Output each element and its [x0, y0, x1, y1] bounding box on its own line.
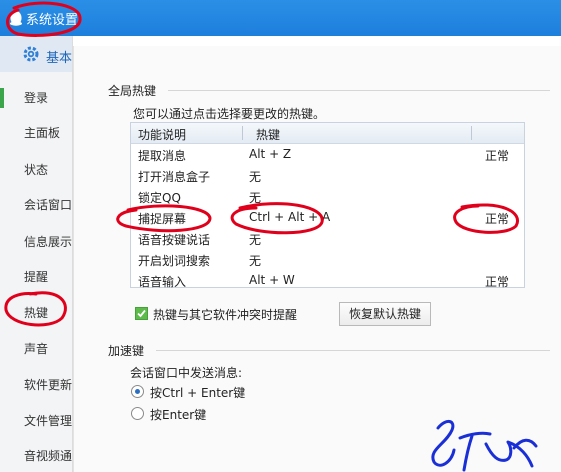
radio-ctrl-enter-label[interactable]: 按Ctrl + Enter键	[150, 384, 245, 401]
row-status: 正常	[485, 212, 510, 226]
sidebar-item-chat-window[interactable]: 会话窗口	[24, 196, 72, 213]
row-hotkey: 无	[249, 191, 262, 205]
conflict-reminder-checkbox[interactable]	[135, 307, 148, 320]
row-function: 提取消息	[138, 149, 187, 163]
sidebar-item-software-update[interactable]: 软件更新	[24, 376, 72, 393]
window-title: 系统设置	[26, 13, 79, 28]
table-row[interactable]: 开启划词搜索 无	[131, 249, 524, 270]
checkmark-icon	[137, 309, 146, 318]
section-title-accelerator: 加速键	[108, 344, 145, 358]
table-header: 功能说明 热键	[131, 123, 524, 144]
sidebar-item-login[interactable]: 登录	[24, 89, 48, 106]
sidebar-item-reminder[interactable]: 提醒	[24, 268, 48, 285]
sidebar-item-main-panel[interactable]: 主面板	[24, 124, 60, 141]
table-row[interactable]: 提取消息 Alt + Z 正常	[131, 144, 524, 165]
radio-enter[interactable]	[131, 407, 144, 420]
row-hotkey: 无	[249, 170, 262, 184]
row-function: 开启划词搜索	[138, 254, 211, 268]
row-status: 正常	[485, 275, 510, 289]
row-function: 锁定QQ	[138, 191, 181, 205]
sidebar-item-info-display[interactable]: 信息展示	[24, 233, 72, 250]
row-hotkey: Alt + Z	[249, 147, 292, 161]
table-row[interactable]: 语音输入 Alt + W 正常	[131, 270, 524, 291]
row-function: 捕捉屏幕	[138, 212, 187, 226]
conflict-reminder-label[interactable]: 热键与其它软件冲突时提醒	[153, 306, 297, 323]
gear-icon	[23, 46, 39, 62]
sidebar-item-av-call[interactable]: 音视频通	[24, 447, 72, 464]
column-header-function[interactable]: 功能说明	[138, 126, 186, 143]
sidebar-item-sound[interactable]: 声音	[24, 340, 48, 357]
row-function: 语音按键说话	[138, 233, 211, 247]
column-header-hotkey[interactable]: 热键	[256, 126, 280, 143]
row-function: 打开消息盒子	[138, 170, 211, 184]
hotkey-hint: 您可以通过点击选择要更改的热键。	[133, 107, 326, 121]
row-hotkey: Alt + W	[249, 273, 295, 287]
section-divider	[156, 350, 550, 351]
sidebar-header-label: 基本	[46, 51, 73, 66]
sidebar-item-file-management[interactable]: 文件管理	[24, 412, 72, 429]
table-row[interactable]: 捕捉屏幕 Ctrl + Alt + A 正常	[131, 207, 524, 228]
sidebar-header[interactable]: 基本	[0, 36, 72, 72]
row-function: 语音输入	[138, 275, 187, 289]
row-hotkey: 无	[249, 254, 262, 268]
row-hotkey: Ctrl + Alt + A	[249, 210, 331, 224]
title-bar: 系统设置	[0, 0, 561, 36]
radio-ctrl-enter[interactable]	[131, 385, 144, 398]
radio-enter-label[interactable]: 按Enter键	[150, 406, 206, 423]
qq-penguin-icon	[10, 11, 22, 26]
row-hotkey: 无	[249, 233, 262, 247]
hotkey-table: 功能说明 热键 提取消息 Alt + Z 正常 打开消息盒子 无 锁定QQ 无 …	[130, 122, 525, 291]
section-divider	[168, 90, 550, 91]
table-row[interactable]: 打开消息盒子 无	[131, 165, 524, 186]
sidebar-item-hotkeys[interactable]: 热键	[24, 304, 48, 321]
send-message-label: 会话窗口中发送消息:	[130, 366, 243, 380]
table-row[interactable]: 锁定QQ 无	[131, 186, 524, 207]
table-row[interactable]: 语音按键说话 无	[131, 228, 524, 249]
restore-default-hotkeys-button[interactable]: 恢复默认热键	[339, 302, 431, 326]
row-status: 正常	[485, 149, 510, 163]
section-title-global-hotkeys: 全局热键	[108, 84, 157, 98]
column-separator	[471, 126, 472, 140]
sidebar-accent	[0, 88, 4, 108]
column-separator	[242, 126, 243, 140]
menu-ghost	[98, 0, 518, 3]
sidebar-item-status[interactable]: 状态	[24, 161, 48, 178]
